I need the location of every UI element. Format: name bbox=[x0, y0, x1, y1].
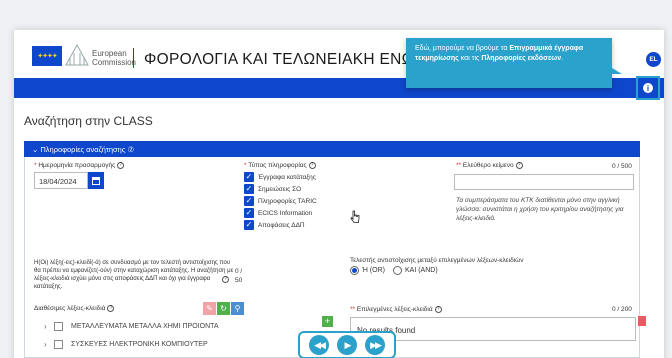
tree-item[interactable]: › ΜΕΤΑΛΛΕΥΜΑΤΑ ΜΕΤΑΛΛΑ ΧΗΜΙ ΠΡΟΙΟΝΤΑ bbox=[44, 322, 219, 331]
page-title: Αναζήτηση στην CLASS bbox=[24, 114, 153, 128]
required-marker: ** bbox=[350, 306, 357, 314]
ec-building-icon bbox=[65, 43, 89, 66]
search-button[interactable]: ⚲ bbox=[231, 302, 244, 315]
free-text-label-text: Ελεύθερο κείμενο bbox=[462, 162, 514, 170]
refresh-button[interactable]: ↻ bbox=[217, 302, 230, 315]
play-icon[interactable]: ▶ bbox=[337, 335, 357, 355]
checkbox-checked-icon: ✓ bbox=[244, 196, 254, 206]
tree-checkbox[interactable] bbox=[54, 340, 63, 349]
date-input[interactable]: 18/04/2024 bbox=[34, 172, 88, 189]
checkbox-label: ECICS Information bbox=[258, 209, 313, 217]
selected-keywords-counter: 0 / 200 bbox=[612, 306, 632, 313]
available-keywords-label: Διαθέσιμες λέξεις-κλειδιά? bbox=[34, 305, 115, 313]
language-selector[interactable]: EL bbox=[646, 52, 661, 67]
checkbox-checked-icon: ✓ bbox=[244, 220, 254, 230]
checkbox-checked-icon: ✓ bbox=[244, 208, 254, 218]
ec-text-line2: Commission bbox=[92, 58, 137, 67]
free-text-label: ** Ελεύθερο κείμενο? bbox=[456, 162, 523, 169]
free-text-counter: 0 / 500 bbox=[612, 163, 632, 170]
keyword-counter-bottom: 50 bbox=[235, 277, 243, 284]
tooltip-text-3: . bbox=[561, 55, 564, 62]
section-label: Πληροφορίες αναζήτησης ⑦ bbox=[40, 145, 135, 154]
remove-keyword-button[interactable] bbox=[638, 316, 646, 326]
eu-stars-icon: ✦✦✦✦ bbox=[37, 53, 57, 60]
checkbox-label: Έγγραφα κατάταξης bbox=[258, 173, 316, 181]
selected-keywords-label: ** Επιλεγμένες λέξεις-κλειδιά? bbox=[350, 306, 442, 313]
info-button[interactable]: i bbox=[636, 76, 660, 100]
tree-item-label: ΜΕΤΑΛΛΕΥΜΑΤΑ ΜΕΤΑΛΛΑ ΧΗΜΙ ΠΡΟΙΟΝΤΑ bbox=[71, 323, 219, 330]
checkbox-label: Αποφάσεις ΔΔΠ bbox=[258, 221, 305, 229]
info-type-label-text: Τύπος πληροφορίας bbox=[248, 162, 307, 170]
tree-item-label: ΣΥΣΚΕΥΕΣ ΗΛΕΚΤΡΟΝΙΚΗ ΚΟΜΠΙΟΥΤΕΡ bbox=[71, 341, 208, 348]
help-icon[interactable]: ? bbox=[434, 306, 442, 313]
help-icon[interactable]: ? bbox=[515, 162, 523, 169]
keyword-counter-top: 0 / bbox=[235, 268, 243, 275]
ec-logo-text: European Commission bbox=[92, 49, 136, 67]
operator-label: Τελεστής αντιστοίχισης μεταξύ επιλεγμένω… bbox=[350, 257, 524, 264]
tree-checkbox[interactable] bbox=[54, 322, 63, 331]
help-icon[interactable]: ? bbox=[308, 162, 316, 169]
info-icon: i bbox=[643, 83, 653, 93]
date-label-text: Ημερομηνία προσαρμογής bbox=[38, 162, 116, 170]
tooltip-text-2: και τις bbox=[458, 55, 482, 62]
eu-flag-icon: ✦✦✦✦ bbox=[32, 46, 62, 66]
refresh-icon: ↻ bbox=[220, 304, 227, 313]
tooltip-text-1: Εδώ, μπορούμε να βρούμε τα bbox=[415, 45, 510, 52]
add-keyword-button[interactable]: + bbox=[322, 316, 333, 327]
tour-player-controls: ◀◀ ▶ ▶▶ bbox=[298, 331, 396, 358]
previous-icon[interactable]: ◀◀ bbox=[309, 335, 329, 355]
calendar-icon bbox=[92, 176, 100, 185]
search-icon: ⚲ bbox=[234, 304, 241, 313]
radio-or-label: Ή (OR) bbox=[362, 267, 385, 274]
free-text-input[interactable] bbox=[454, 174, 634, 190]
next-icon[interactable]: ▶▶ bbox=[365, 335, 385, 355]
tooltip-bold-2: Πληροφορίες εκδόσεων bbox=[481, 55, 562, 62]
eraser-icon: ✎ bbox=[206, 304, 213, 313]
checkbox-checked-icon: ✓ bbox=[244, 184, 254, 194]
free-text-note: Τα συμπεράσματα του ΚΤΚ διατίθενται μόνο… bbox=[456, 197, 624, 222]
tooltip-pointer bbox=[612, 68, 622, 74]
info-tooltip: Εδώ, μπορούμε να βρούμε τα Επιγραμμικά έ… bbox=[406, 38, 612, 88]
ec-text-line1: European bbox=[92, 49, 127, 58]
chevron-right-icon: › bbox=[44, 340, 47, 349]
checkbox-checked-icon: ✓ bbox=[244, 172, 254, 182]
checkbox-info-type-2[interactable]: ✓ Πληροφορίες TARIC bbox=[244, 196, 317, 206]
selected-keywords-text: Επιλεγμένες λέξεις-κλειδιά bbox=[356, 306, 433, 314]
radio-and[interactable] bbox=[392, 266, 402, 275]
checkbox-label: Σημειώσεις ΣΟ bbox=[258, 185, 302, 193]
search-info-section-header[interactable]: ⌄ Πληροφορίες αναζήτησης ⑦ bbox=[24, 141, 640, 157]
available-keywords-text: Διαθέσιμες λέξεις-κλειδιά bbox=[34, 305, 106, 313]
logo-divider bbox=[133, 48, 134, 68]
checkbox-info-type-1[interactable]: ✓ Σημειώσεις ΣΟ bbox=[244, 184, 301, 194]
checkbox-info-type-4[interactable]: ✓ Αποφάσεις ΔΔΠ bbox=[244, 220, 305, 230]
chevron-right-icon: › bbox=[44, 322, 47, 331]
help-icon[interactable]: ? bbox=[117, 162, 125, 169]
radio-or[interactable] bbox=[350, 266, 359, 275]
keyword-description: Η(Οι) λέξη(-εις)-κλειδί(-ά) σε συνδυασμό… bbox=[34, 260, 234, 290]
mouse-pointer-icon bbox=[350, 210, 360, 223]
erase-button[interactable]: ✎ bbox=[203, 302, 216, 315]
checkbox-info-type-3[interactable]: ✓ ECICS Information bbox=[244, 208, 312, 218]
required-marker: ** bbox=[456, 162, 463, 170]
checkbox-label: Πληροφορίες TARIC bbox=[258, 197, 317, 205]
date-label: * Ημερομηνία προσαρμογής? bbox=[34, 162, 125, 170]
help-icon[interactable]: ? bbox=[107, 305, 115, 312]
radio-and-label: ΚΑΙ (AND) bbox=[404, 267, 438, 274]
operator-radio-group: Ή (OR) ΚΑΙ (AND) bbox=[350, 266, 438, 275]
help-icon[interactable]: ? bbox=[222, 276, 229, 283]
tree-item[interactable]: › ΣΥΣΚΕΥΕΣ ΗΛΕΚΤΡΟΝΙΚΗ ΚΟΜΠΙΟΥΤΕΡ bbox=[44, 340, 208, 349]
screenshot-frame: ✦✦✦✦ European Commission ΦΟΡΟΛΟΓΙΑ ΚΑΙ Τ… bbox=[0, 0, 672, 358]
checkbox-info-type-0[interactable]: ✓ Έγγραφα κατάταξης bbox=[244, 172, 316, 182]
info-type-label: * Τύπος πληροφορίας? bbox=[244, 162, 316, 169]
calendar-button[interactable] bbox=[88, 172, 104, 189]
site-title[interactable]: ΦΟΡΟΛΟΓΙΑ ΚΑΙ ΤΕΛΩΝΕΙΑΚΗ ΕΝΩΣΗ bbox=[144, 51, 414, 69]
